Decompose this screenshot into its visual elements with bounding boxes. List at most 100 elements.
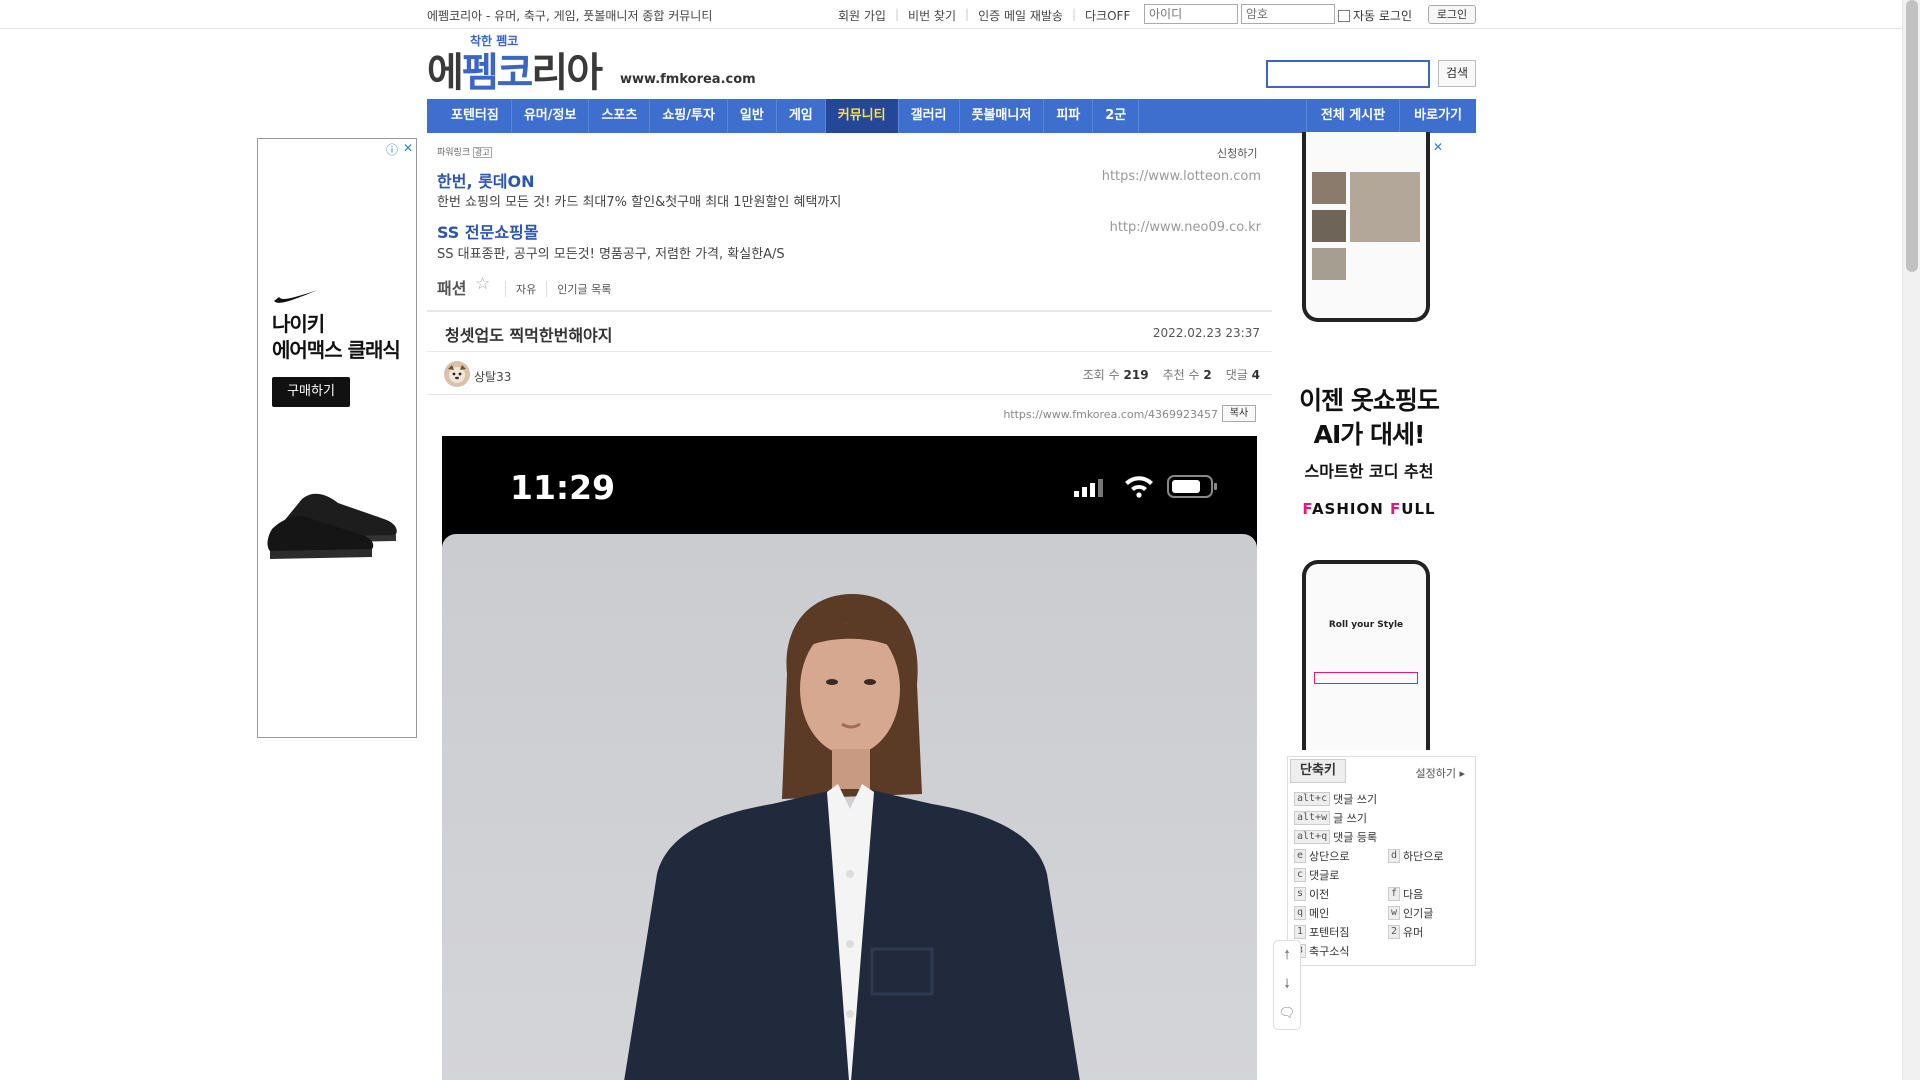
- left-banner-ad[interactable]: ⓘ ✕ 나이키 에어맥스 클래식 구매하기: [257, 138, 417, 738]
- board-link-free[interactable]: 자유: [505, 281, 546, 297]
- nav-item-general[interactable]: 일반: [728, 99, 777, 133]
- powerlink-ad-title-2[interactable]: SS 전문쇼핑몰: [437, 219, 539, 243]
- nav-item-poten[interactable]: 포텐터짐: [427, 99, 512, 133]
- buy-button[interactable]: 구매하기: [272, 377, 350, 407]
- shortcut-settings-link[interactable]: 설정하기 ▸: [1415, 765, 1465, 781]
- votes-label: 추천 수: [1162, 368, 1200, 382]
- shortcut-key: w: [1388, 906, 1401, 920]
- nav-item-humor[interactable]: 유머/정보: [512, 99, 590, 133]
- shortcut-label: 댓글로: [1309, 869, 1340, 882]
- votes-count: 2: [1203, 368, 1212, 382]
- auto-login-checkbox[interactable]: [1338, 9, 1350, 22]
- favorite-star-icon[interactable]: ☆: [475, 274, 490, 294]
- wifi-icon: [1125, 476, 1153, 498]
- shortcut-label: 유머: [1403, 926, 1424, 939]
- auto-login[interactable]: 자동 로그인: [1338, 7, 1412, 24]
- right-ad-close-icon[interactable]: ✕: [1433, 140, 1443, 154]
- shortcut-label: 축구소식: [1309, 945, 1350, 958]
- right-ad-brand: FASHION FULL: [1288, 500, 1450, 518]
- shortcut-item: c 댓글로: [1294, 867, 1339, 883]
- avatar[interactable]: [444, 361, 470, 387]
- shortcut-label: 인기글: [1403, 907, 1434, 920]
- nav-all-boards[interactable]: 전체 게시판: [1305, 99, 1399, 133]
- shortcut-item: 1 포텐터짐: [1294, 924, 1350, 940]
- shortcut-label: 댓글 등록: [1333, 831, 1378, 844]
- ad-phone-mockup-1: [1302, 132, 1430, 322]
- shortcut-key: alt+w: [1294, 811, 1331, 825]
- copy-url-button[interactable]: 복사: [1222, 405, 1256, 422]
- shortcut-label: 글 쓰기: [1333, 812, 1367, 825]
- brand-word-1: ASHION: [1311, 500, 1391, 518]
- search-input[interactable]: [1266, 60, 1430, 88]
- shortcut-settings-label: 설정하기: [1415, 767, 1456, 780]
- scroll-down-icon[interactable]: 🠗: [1274, 970, 1300, 999]
- top-bar: 에펨코리아 - 유머, 축구, 게임, 풋볼매니저 종합 커뮤니티 회원 가입 |…: [0, 0, 1902, 29]
- nav-item-shopping[interactable]: 쇼핑/투자: [650, 99, 728, 133]
- site-logo[interactable]: 에펨코리아: [427, 40, 603, 98]
- signup-link[interactable]: 회원 가입: [838, 7, 886, 24]
- ad-phone-mockup-2: Roll your Style: [1302, 560, 1430, 750]
- nav-item-2gun[interactable]: 2군: [1093, 99, 1140, 133]
- ad-headline-line1: 나이키: [272, 312, 325, 336]
- scrollbar-thumb[interactable]: [1906, 0, 1918, 272]
- phone-mockup-title: Roll your Style: [1328, 620, 1404, 630]
- post-author[interactable]: 상탈33: [474, 368, 511, 385]
- shortcut-item: e 상단으로: [1294, 848, 1350, 864]
- logo-part-1: 에: [427, 50, 464, 96]
- avatar-face-icon: [444, 361, 470, 387]
- comment-bubble-icon[interactable]: 🗨: [1274, 999, 1300, 1028]
- nav-item-fifa[interactable]: 피파: [1044, 99, 1094, 133]
- board-link-popular[interactable]: 인기글 목록: [546, 281, 621, 297]
- ad-close-icon[interactable]: ✕: [403, 141, 413, 155]
- shortcut-label: 포텐터짐: [1309, 926, 1350, 939]
- brand-letter-f1: F: [1302, 500, 1312, 518]
- powerlink-ad-url-2[interactable]: http://www.neo09.co.kr: [1061, 220, 1261, 235]
- nav-item-gallery[interactable]: 갤러리: [899, 99, 960, 133]
- nav-item-game[interactable]: 게임: [777, 99, 826, 133]
- shortcut-key: alt+q: [1294, 830, 1331, 844]
- id-input[interactable]: [1144, 4, 1238, 24]
- shortcut-key: f: [1388, 887, 1401, 901]
- post-meta: 상탈33 조회 수 219 추천 수 2 댓글 4: [427, 353, 1272, 395]
- logo-part-3: 리아: [531, 50, 603, 96]
- board-name[interactable]: 패션: [437, 275, 466, 299]
- ad-badge: 광고: [473, 147, 492, 158]
- password-input[interactable]: [1241, 4, 1335, 24]
- nav-shortcut[interactable]: 바로가기: [1399, 99, 1476, 133]
- shortcut-tab[interactable]: 단축키: [1290, 759, 1346, 783]
- scroll-up-icon[interactable]: 🠕: [1274, 941, 1300, 970]
- right-banner-ad[interactable]: ⓘ ✕ 이젠 옷쇼핑도 AI가 대세! 스마트한 코디 추천 FASHION F…: [1288, 132, 1450, 750]
- powerlink-ad-url-1[interactable]: https://www.lotteon.com: [1061, 169, 1261, 184]
- caret-right-icon: ▸: [1459, 767, 1465, 780]
- main-nav: 포텐터짐 유머/정보 스포츠 쇼핑/투자 일반 게임 커뮤니티 갤러리 풋볼매니…: [427, 99, 1476, 133]
- comments-stat[interactable]: 댓글 4: [1226, 366, 1260, 383]
- login-button[interactable]: 로그인: [1428, 5, 1476, 24]
- resend-mail-link[interactable]: 인증 메일 재발송: [978, 7, 1063, 24]
- page-scrollbar[interactable]: [1902, 0, 1920, 1080]
- fashion-photo: [442, 534, 1257, 1080]
- shoe-image: [267, 493, 397, 559]
- nav-item-fm[interactable]: 풋볼매니저: [960, 99, 1045, 133]
- shortcut-key: s: [1294, 887, 1307, 901]
- top-links: 회원 가입 | 비번 찾기 | 인증 메일 재발송 | 다크OFF: [838, 7, 1131, 24]
- post-header: 청셋업도 찍먹한번해야지 2022.02.23 23:37: [427, 310, 1272, 352]
- nav-item-sports[interactable]: 스포츠: [589, 99, 651, 133]
- find-password-link[interactable]: 비번 찾기: [908, 7, 956, 24]
- shortcut-item: alt+q 댓글 등록: [1294, 829, 1377, 845]
- board-links: 자유 인기글 목록: [505, 281, 621, 297]
- shortcut-label: 댓글 쓰기: [1333, 793, 1378, 806]
- ad-info-icon[interactable]: ⓘ: [386, 141, 398, 158]
- shortcut-label: 메인: [1309, 907, 1330, 920]
- dark-mode-toggle[interactable]: 다크OFF: [1085, 7, 1130, 24]
- views-label: 조회 수: [1082, 368, 1120, 382]
- powerlink-ad-title-1[interactable]: 한번, 롯데ON: [437, 168, 535, 192]
- brand-letter-f2: F: [1390, 500, 1402, 518]
- apply-link[interactable]: 신청하기: [1217, 145, 1257, 161]
- shortcut-item: f 다음: [1388, 886, 1423, 902]
- powerlink-ad-desc-1: 한번 쇼핑의 모든 것! 카드 최대7% 할인&첫구매 최대 1만원할인 혜택까…: [437, 195, 842, 210]
- post-url[interactable]: https://www.fmkorea.com/4369923457: [940, 408, 1218, 421]
- image-status-time: 11:29: [510, 468, 616, 507]
- search-button[interactable]: 검색: [1438, 60, 1476, 87]
- nav-item-community[interactable]: 커뮤니티: [825, 99, 899, 133]
- right-ad-headline: 이젠 옷쇼핑도 AI가 대세!: [1288, 384, 1450, 452]
